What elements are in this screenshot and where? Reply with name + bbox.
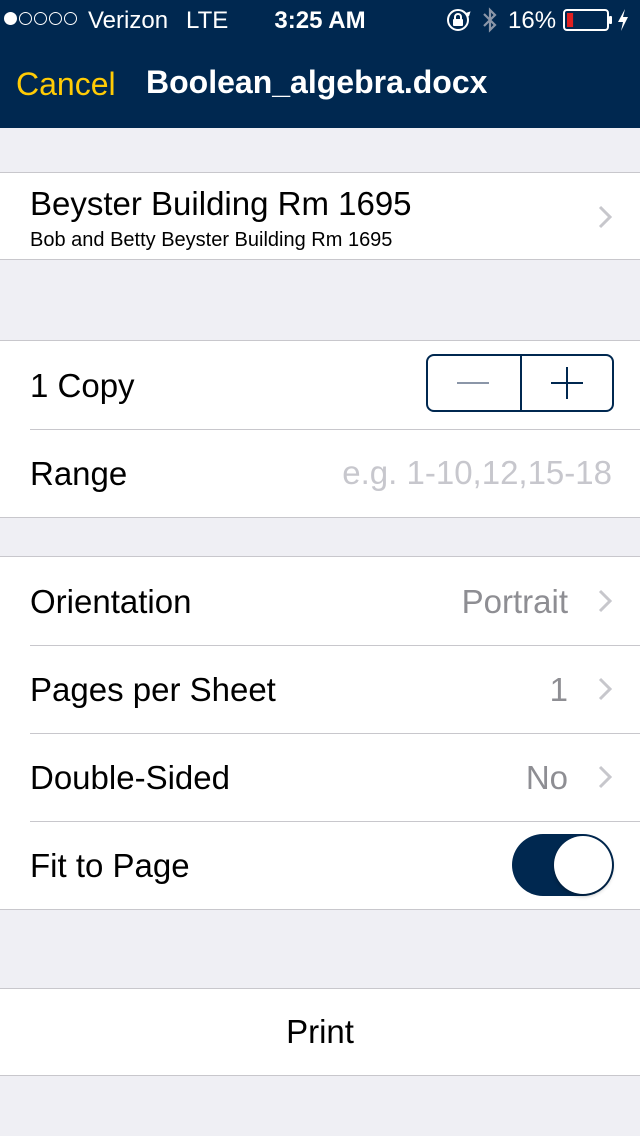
print-button[interactable]: Print <box>0 989 640 1075</box>
range-row: Range <box>0 429 640 517</box>
copies-stepper <box>426 354 614 412</box>
decrement-copies-button[interactable] <box>428 356 520 410</box>
double-sided-row[interactable]: Double-Sided No <box>0 733 640 821</box>
navigation-bar: Cancel Boolean_algebra.docx <box>0 40 640 128</box>
toggle-knob <box>554 836 612 894</box>
cancel-button[interactable]: Cancel <box>16 66 116 103</box>
document-title: Boolean_algebra.docx <box>146 64 488 100</box>
orientation-row[interactable]: Orientation Portrait <box>0 557 640 645</box>
orientation-label: Orientation <box>30 583 192 620</box>
print-options-screen: Verizon LTE 3:25 AM 16% Cancel Boolean_a… <box>0 0 640 1136</box>
print-label: Print <box>286 1013 354 1050</box>
pages-per-sheet-label: Pages per Sheet <box>30 671 276 708</box>
printer-full-name: Bob and Betty Beyster Building Rm 1695 <box>30 229 393 251</box>
bluetooth-icon <box>483 7 497 33</box>
fit-to-page-row: Fit to Page <box>0 821 640 909</box>
battery-percentage: 16% <box>508 7 557 34</box>
chevron-right-icon <box>598 589 612 613</box>
orientation-lock-icon <box>447 9 471 31</box>
copies-range-section: 1 Copy Range <box>0 340 640 518</box>
copies-row: 1 Copy <box>0 341 640 429</box>
double-sided-value: No <box>525 759 568 796</box>
printer-selector-row[interactable]: Beyster Building Rm 1695 Bob and Betty B… <box>0 173 640 259</box>
range-label: Range <box>30 455 128 492</box>
charging-bolt-icon <box>618 9 628 31</box>
chevron-right-icon <box>598 205 612 229</box>
battery-level-fill <box>567 13 574 27</box>
printer-section: Beyster Building Rm 1695 Bob and Betty B… <box>0 172 640 260</box>
battery-icon <box>563 9 612 31</box>
layout-options-section: Orientation Portrait Pages per Sheet 1 D… <box>0 556 640 910</box>
header: Verizon LTE 3:25 AM 16% Cancel Boolean_a… <box>0 0 640 128</box>
pages-per-sheet-row[interactable]: Pages per Sheet 1 <box>0 645 640 733</box>
chevron-right-icon <box>598 677 612 701</box>
print-section: Print <box>0 988 640 1076</box>
printer-name: Beyster Building Rm 1695 <box>30 185 412 222</box>
chevron-right-icon <box>598 765 612 789</box>
minus-icon <box>457 382 489 384</box>
increment-copies-button[interactable] <box>520 356 612 410</box>
plus-icon-vertical <box>566 367 568 399</box>
double-sided-label: Double-Sided <box>30 759 230 796</box>
fit-to-page-label: Fit to Page <box>30 847 190 884</box>
fit-to-page-toggle[interactable] <box>512 834 614 896</box>
pages-per-sheet-value: 1 <box>549 671 568 708</box>
orientation-value: Portrait <box>461 583 568 620</box>
status-bar: Verizon LTE 3:25 AM 16% <box>0 0 640 40</box>
copies-label: 1 Copy <box>30 367 135 404</box>
page-range-input[interactable] <box>232 451 612 495</box>
